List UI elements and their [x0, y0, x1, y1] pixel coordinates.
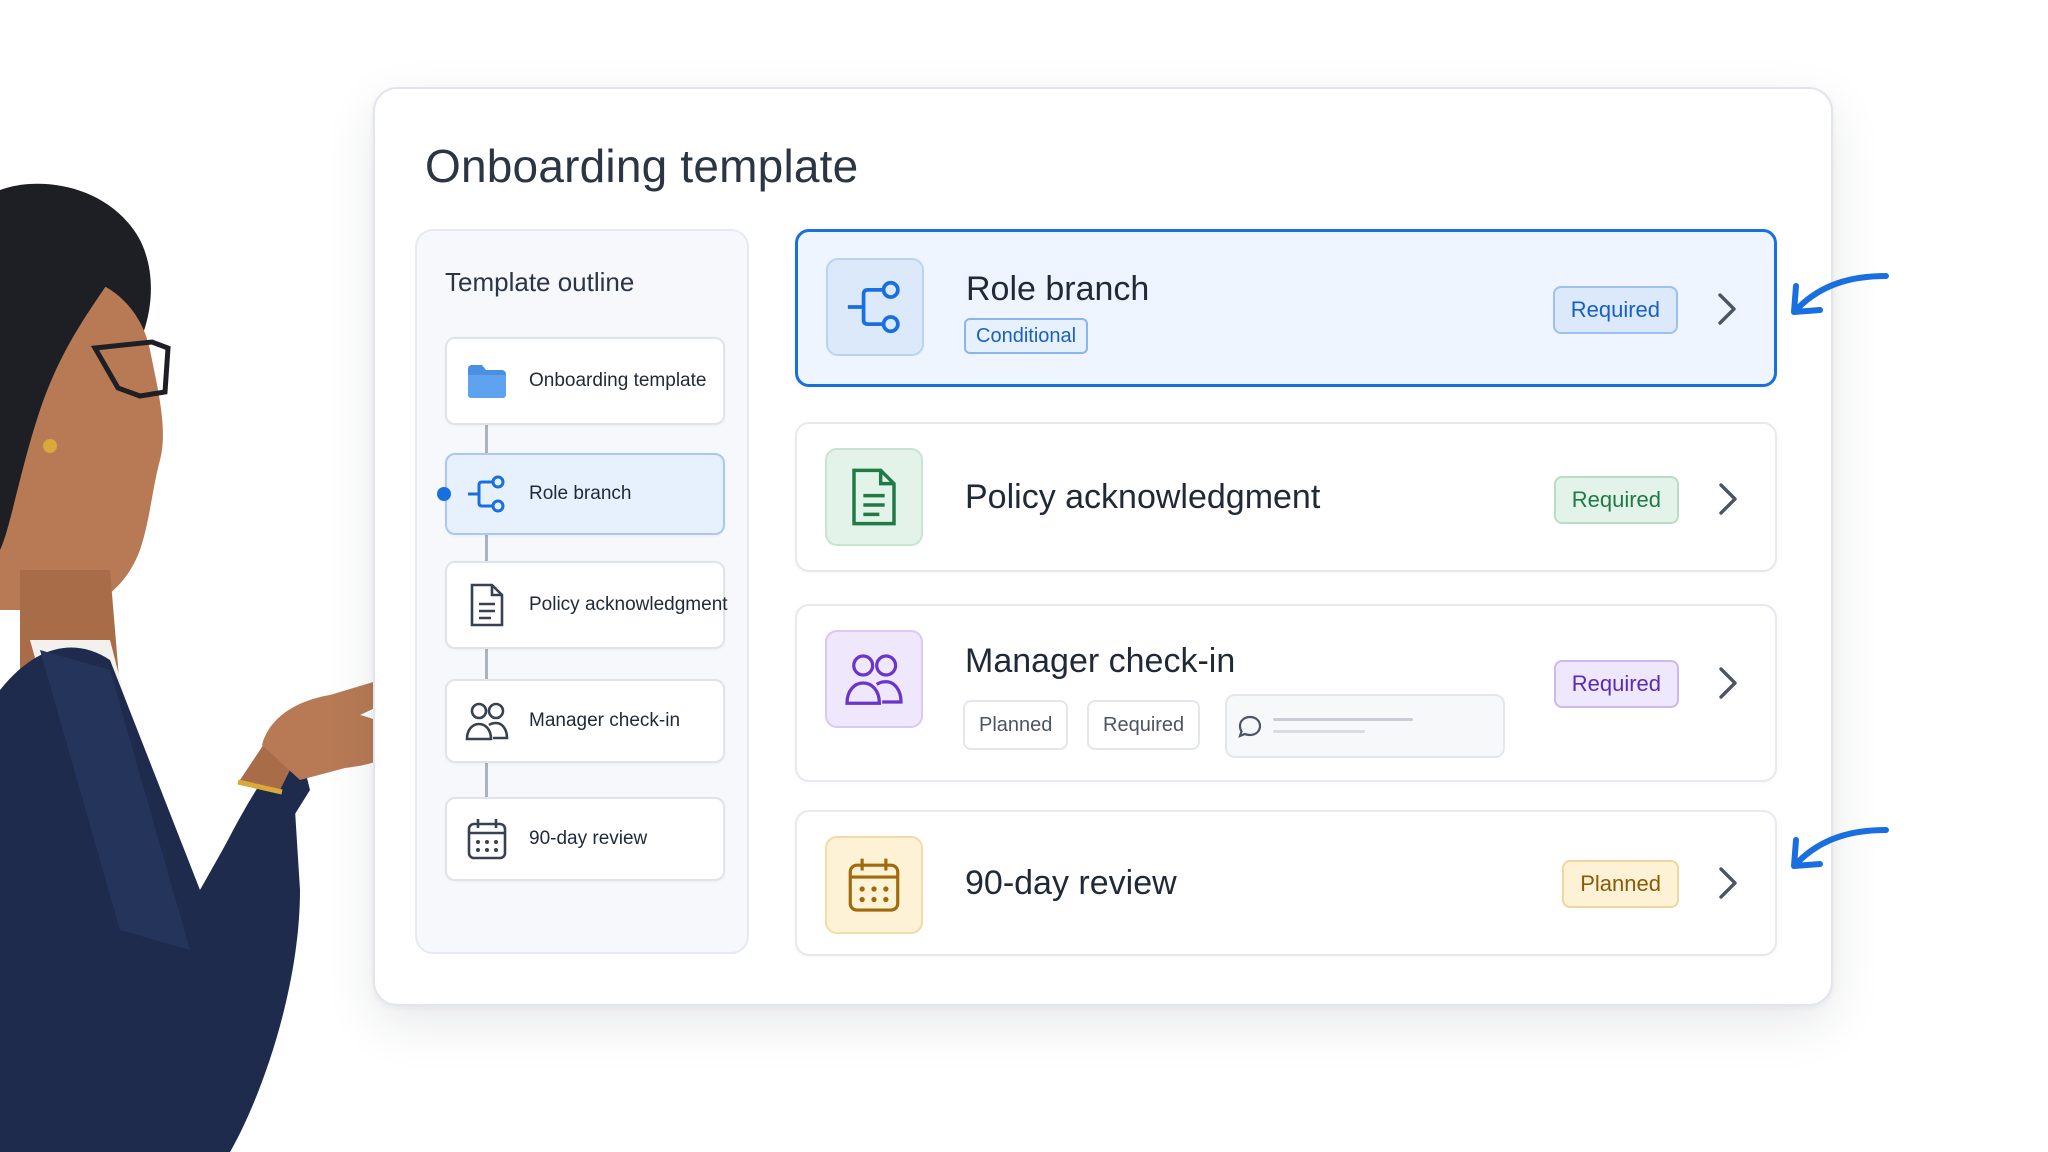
step-card-policy-acknowledgment[interactable]: Policy acknowledgment Required [795, 422, 1777, 572]
required-chip[interactable]: Required [1087, 700, 1201, 750]
document-icon [465, 583, 509, 627]
arrow-icon [1791, 273, 1889, 315]
comment-icon [1238, 715, 1262, 738]
calendar-icon [465, 817, 509, 861]
template-outline: Template outline Onboarding template Rol… [415, 229, 749, 954]
folder-icon [465, 359, 509, 403]
conditional-tag: Conditional [964, 318, 1089, 354]
status-badge: Planned [1562, 860, 1679, 908]
outline-item-label: Onboarding template [529, 370, 707, 391]
people-icon [825, 630, 923, 728]
arrow-icon [1791, 827, 1889, 869]
calendar-icon [825, 836, 923, 934]
comment-placeholder-line [1273, 730, 1365, 733]
status-badge: Required [1552, 286, 1678, 334]
people-icon [465, 699, 509, 743]
screen: Onboarding template Template outline Onb… [0, 0, 2048, 1152]
outline-item-label: Role branch [529, 483, 632, 504]
branch-icon [465, 472, 509, 516]
outline-title: Template outline [445, 267, 635, 297]
comment-input[interactable] [1225, 694, 1505, 758]
step-title: Manager check-in [965, 642, 1236, 680]
template-panel: Onboarding template Template outline Onb… [373, 87, 1833, 1006]
chevron-right-icon [1719, 483, 1737, 515]
step-title: Role branch [966, 270, 1150, 308]
status-badge: Required [1553, 660, 1679, 708]
outline-item-90-day-review[interactable]: 90-day review [445, 797, 725, 881]
outline-item-label: Manager check-in [529, 710, 681, 731]
outline-item-role-branch[interactable]: Role branch [437, 453, 725, 535]
planned-chip[interactable]: Planned [963, 700, 1069, 750]
page-title: Onboarding template [425, 140, 859, 192]
step-title: Policy acknowledgment [965, 478, 1321, 516]
active-indicator [437, 487, 451, 501]
document-icon [825, 448, 923, 546]
chevron-right-icon [1718, 293, 1736, 325]
step-card-role-branch[interactable]: Role branch Conditional Required [795, 229, 1777, 387]
comment-placeholder-line [1273, 718, 1413, 721]
chevron-right-icon [1719, 667, 1737, 699]
outline-item-label: Policy acknowledgment [529, 594, 728, 615]
step-title: 90-day review [965, 864, 1177, 902]
step-card-manager-check-in[interactable]: Manager check-in Planned Required Requir… [795, 604, 1777, 782]
step-card-90-day-review[interactable]: 90-day review Planned [795, 810, 1777, 956]
branch-icon [826, 258, 924, 356]
outline-item-policy-acknowledgment[interactable]: Policy acknowledgment [445, 561, 728, 649]
chevron-right-icon [1719, 867, 1737, 899]
outline-item-label: 90-day review [529, 828, 648, 849]
outline-item-manager-check-in[interactable]: Manager check-in [445, 679, 725, 763]
status-badge: Required [1553, 476, 1679, 524]
outline-item-onboarding-template[interactable]: Onboarding template [445, 337, 725, 425]
